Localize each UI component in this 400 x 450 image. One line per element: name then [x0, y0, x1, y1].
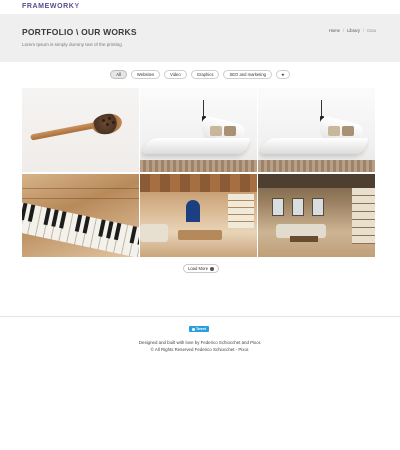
pillow	[210, 126, 222, 136]
breadcrumb-home[interactable]: Home	[329, 28, 340, 33]
portfolio-item-chaise[interactable]	[140, 88, 257, 172]
coffee-bean	[112, 121, 115, 124]
twitter-bird-icon	[192, 327, 195, 331]
wood-grain	[22, 188, 139, 189]
wood-grain	[22, 198, 139, 199]
breadcrumb-separator: /	[362, 28, 365, 33]
page-header	[0, 14, 400, 62]
window	[272, 198, 284, 216]
spoon-handle	[30, 121, 100, 141]
load-more-button[interactable]: Load More	[183, 264, 220, 273]
site-logo[interactable]: FRAMEWORKY	[22, 3, 80, 10]
black-key	[22, 202, 28, 221]
portfolio-item-modern-room[interactable]	[258, 174, 375, 257]
page-subtitle: Lorem Ipsum is simply dummy text of the …	[22, 42, 122, 47]
footer-copyright: © All Rights Reserved Federico Schiocche…	[150, 347, 250, 352]
wood-ceiling	[140, 174, 257, 192]
portfolio-filters: All Websites Video Graphics SEO and mark…	[0, 70, 400, 79]
breadcrumb: Home / Library / Data	[329, 28, 376, 33]
load-more-icon	[210, 266, 215, 271]
black-key	[106, 221, 114, 239]
black-key	[82, 216, 91, 234]
logo-text: FRAMEWORK	[22, 3, 75, 10]
rug	[258, 160, 375, 172]
filter-websites[interactable]: Websites	[130, 70, 161, 79]
pillow	[224, 126, 236, 136]
tweet-label: Tweet	[196, 327, 206, 331]
black-key	[137, 227, 139, 246]
filter-seo-marketing[interactable]: SEO and marketing	[223, 70, 272, 79]
black-key	[129, 226, 138, 244]
load-more-label: Load More	[188, 266, 209, 271]
filter-favorites-star-icon[interactable]: ★	[276, 70, 290, 79]
coffee-bean	[106, 123, 109, 126]
coffee-table	[290, 236, 318, 242]
filter-video[interactable]: Video	[164, 70, 187, 79]
breadcrumb-library[interactable]: Library	[347, 28, 360, 33]
black-key	[74, 214, 83, 232]
coffee-table	[178, 230, 222, 240]
black-key	[27, 204, 36, 222]
coffee-bean	[108, 117, 111, 120]
top-nav: FRAMEWORKY	[0, 0, 400, 14]
breadcrumb-separator: /	[342, 28, 345, 33]
black-key	[51, 209, 59, 227]
filter-graphics[interactable]: Graphics	[190, 70, 220, 79]
black-key	[43, 207, 51, 226]
footer-credit: Designed and built with love by Federico…	[138, 340, 262, 345]
chaise-seat	[259, 138, 369, 154]
window	[312, 198, 324, 216]
footer-divider	[0, 316, 400, 317]
portfolio-grid	[22, 88, 375, 257]
ceiling	[258, 174, 375, 188]
coffee-bean	[102, 119, 105, 122]
pillow	[328, 126, 340, 136]
bookshelf	[352, 188, 375, 244]
pillow	[342, 126, 354, 136]
portfolio-item-piano[interactable]	[22, 174, 139, 257]
logo-accent: Y	[74, 3, 80, 10]
page-title: PORTFOLIO \ OUR WORKS	[22, 27, 137, 37]
portfolio-item-chaise-2[interactable]	[258, 88, 375, 172]
blue-door	[186, 200, 200, 222]
piano-keys	[22, 201, 139, 257]
tweet-button[interactable]: Tweet	[189, 326, 209, 332]
bookshelf	[228, 194, 254, 228]
black-key	[98, 219, 106, 237]
window	[292, 198, 304, 216]
black-key	[113, 222, 122, 241]
breadcrumb-current: Data	[367, 28, 376, 33]
portfolio-item-spoon[interactable]	[22, 88, 139, 172]
portfolio-item-wooden-room[interactable]	[140, 174, 257, 257]
sofa	[140, 224, 168, 242]
chaise-seat	[141, 138, 251, 154]
black-key	[59, 211, 67, 229]
filter-all[interactable]: All	[110, 70, 127, 79]
rug	[140, 160, 257, 172]
